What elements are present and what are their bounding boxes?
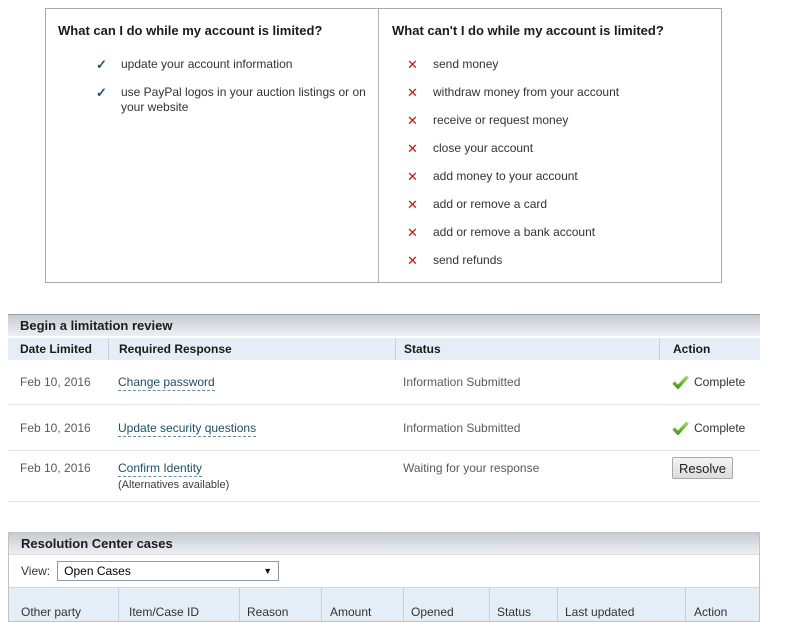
complete-check-icon — [672, 375, 689, 389]
cross-icon: ✕ — [407, 225, 433, 240]
column-header-last-updated: Last updated — [557, 588, 685, 622]
column-header-opened: Opened — [403, 588, 489, 622]
list-item: ✕ send refunds — [407, 253, 713, 268]
cases-view-select[interactable]: Open Cases ▼ — [57, 561, 279, 581]
limitation-table-header: Date Limited Required Response Status Ac… — [8, 338, 760, 360]
check-icon: ✓ — [96, 85, 121, 115]
cannot-do-item-label: receive or request money — [433, 113, 568, 128]
cannot-do-title: What can't I do while my account is limi… — [392, 23, 713, 38]
status-cell: Information Submitted — [395, 375, 659, 389]
complete-status: Complete — [672, 421, 760, 435]
cross-icon: ✕ — [407, 113, 433, 128]
complete-label: Complete — [694, 375, 745, 389]
view-filter-row: View: Open Cases ▼ — [9, 555, 759, 587]
cannot-do-column: What can't I do while my account is limi… — [378, 9, 721, 282]
table-row: Feb 10, 2016 Confirm Identity (Alternati… — [8, 451, 760, 502]
column-header-reason: Reason — [239, 588, 321, 622]
update-security-questions-link[interactable]: Update security questions — [118, 421, 256, 437]
list-item: ✕ add or remove a bank account — [407, 225, 713, 240]
section-title-bar: Begin a limitation review — [8, 314, 760, 336]
resolution-center-section: Resolution Center cases View: Open Cases… — [8, 532, 760, 622]
table-row: Feb 10, 2016 Update security questions I… — [8, 405, 760, 451]
cannot-do-item-label: send money — [433, 57, 498, 72]
list-item: ✕ add money to your account — [407, 169, 713, 184]
cannot-do-item-label: send refunds — [433, 253, 502, 268]
cross-icon: ✕ — [407, 169, 433, 184]
cannot-do-item-label: add or remove a bank account — [433, 225, 595, 240]
cross-icon: ✕ — [407, 85, 433, 100]
can-do-title: What can I do while my account is limite… — [58, 23, 370, 38]
list-item: ✕ receive or request money — [407, 113, 713, 128]
cannot-do-list: ✕ send money ✕ withdraw money from your … — [392, 57, 713, 268]
column-header-status: Status — [489, 588, 557, 622]
can-do-item-label: use PayPal logos in your auction listing… — [121, 85, 370, 115]
cannot-do-item-label: add money to your account — [433, 169, 578, 184]
date-limited-cell: Feb 10, 2016 — [8, 451, 108, 475]
limitation-review-section: Begin a limitation review Date Limited R… — [8, 314, 760, 502]
column-header-item-case-id: Item/Case ID — [118, 588, 239, 622]
column-header-action: Action — [685, 588, 760, 622]
column-header-required-response: Required Response — [108, 338, 395, 360]
account-limited-capabilities-box: What can I do while my account is limite… — [45, 8, 722, 283]
complete-label: Complete — [694, 421, 745, 435]
change-password-link[interactable]: Change password — [118, 375, 215, 391]
complete-status: Complete — [672, 375, 760, 389]
list-item: ✓ use PayPal logos in your auction listi… — [96, 85, 370, 115]
can-do-item-label: update your account information — [121, 57, 292, 72]
date-limited-cell: Feb 10, 2016 — [8, 375, 108, 389]
resolve-button[interactable]: Resolve — [672, 457, 733, 479]
status-cell: Information Submitted — [395, 421, 659, 435]
date-limited-cell: Feb 10, 2016 — [8, 421, 108, 435]
cross-icon: ✕ — [407, 253, 433, 268]
selected-view-value: Open Cases — [64, 564, 131, 578]
column-header-amount: Amount — [321, 588, 403, 622]
check-icon: ✓ — [96, 57, 121, 72]
column-header-date-limited: Date Limited — [8, 338, 108, 360]
chevron-down-icon: ▼ — [263, 566, 272, 576]
column-header-status: Status — [395, 338, 659, 360]
can-do-column: What can I do while my account is limite… — [46, 9, 378, 282]
view-label: View: — [21, 564, 50, 578]
list-item: ✕ send money — [407, 57, 713, 72]
cannot-do-item-label: withdraw money from your account — [433, 85, 619, 100]
list-item: ✕ withdraw money from your account — [407, 85, 713, 100]
cross-icon: ✕ — [407, 141, 433, 156]
list-item: ✓ update your account information — [96, 57, 370, 72]
column-header-other-party: Other party — [9, 588, 118, 622]
table-row: Feb 10, 2016 Change password Information… — [8, 360, 760, 405]
alternatives-note: (Alternatives available) — [118, 479, 395, 491]
section-title-bar: Resolution Center cases — [9, 533, 759, 555]
list-item: ✕ add or remove a card — [407, 197, 713, 212]
cases-table-header: Other party Item/Case ID Reason Amount O… — [9, 587, 759, 622]
cross-icon: ✕ — [407, 57, 433, 72]
confirm-identity-link[interactable]: Confirm Identity — [118, 461, 202, 477]
list-item: ✕ close your account — [407, 141, 713, 156]
cannot-do-item-label: add or remove a card — [433, 197, 547, 212]
can-do-list: ✓ update your account information ✓ use … — [58, 57, 370, 115]
complete-check-icon — [672, 421, 689, 435]
status-cell: Waiting for your response — [395, 451, 659, 475]
cannot-do-item-label: close your account — [433, 141, 533, 156]
cross-icon: ✕ — [407, 197, 433, 212]
column-header-action: Action — [659, 338, 760, 360]
